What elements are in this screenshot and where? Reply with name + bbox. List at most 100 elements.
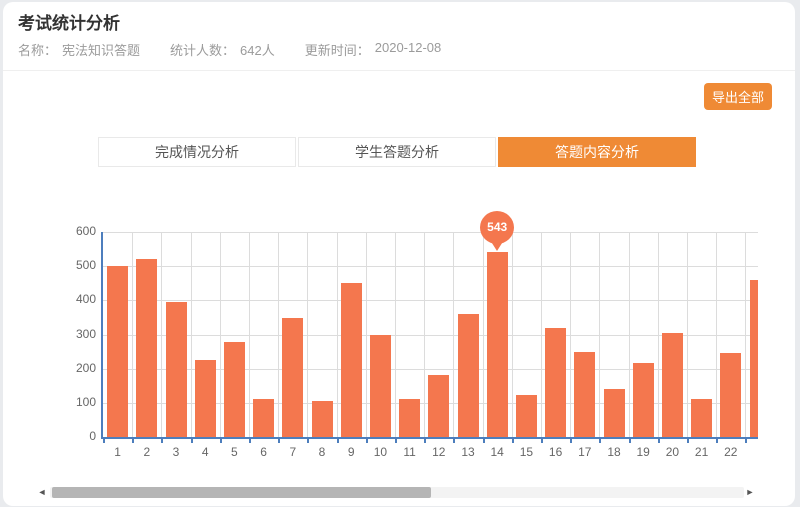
y-axis-label: 300: [56, 327, 96, 341]
y-axis-line: [101, 232, 103, 439]
x-axis-tick: [249, 439, 251, 443]
x-axis-label: 8: [308, 445, 336, 459]
x-axis-line: [101, 437, 758, 439]
scroll-right-icon[interactable]: ►: [745, 486, 755, 498]
x-axis-label: 5: [220, 445, 248, 459]
v-gridline: [249, 232, 250, 437]
v-gridline: [278, 232, 279, 437]
y-axis-label: 100: [56, 395, 96, 409]
v-gridline: [366, 232, 367, 437]
v-gridline: [395, 232, 396, 437]
x-axis-label: 17: [571, 445, 599, 459]
v-gridline: [512, 232, 513, 437]
x-axis-tick: [366, 439, 368, 443]
x-axis-label: 10: [366, 445, 394, 459]
x-axis-label: 20: [658, 445, 686, 459]
x-axis-tick: [103, 439, 105, 443]
x-axis-tick: [161, 439, 163, 443]
bar[interactable]: [341, 283, 362, 437]
x-axis-label: 4: [191, 445, 219, 459]
bar[interactable]: [487, 252, 508, 438]
bar[interactable]: [253, 399, 274, 437]
v-gridline: [687, 232, 688, 437]
v-gridline: [307, 232, 308, 437]
chart-scrollbar-thumb[interactable]: [52, 487, 431, 498]
x-axis-label: 22: [717, 445, 745, 459]
h-gridline: [103, 266, 758, 267]
x-axis-tick: [512, 439, 514, 443]
v-gridline: [132, 232, 133, 437]
h-gridline: [103, 300, 758, 301]
x-axis-tick: [687, 439, 689, 443]
x-axis-label: 21: [688, 445, 716, 459]
y-axis-label: 0: [56, 429, 96, 443]
scroll-left-icon[interactable]: ◄: [37, 486, 47, 498]
x-axis-tick: [220, 439, 222, 443]
x-axis-label: 15: [512, 445, 540, 459]
x-axis-tick: [337, 439, 339, 443]
x-axis-label: 7: [279, 445, 307, 459]
bar-partial[interactable]: [750, 280, 759, 437]
x-axis-label: 18: [600, 445, 628, 459]
x-axis-label: 12: [425, 445, 453, 459]
bar[interactable]: [195, 360, 216, 437]
v-gridline: [716, 232, 717, 437]
v-gridline: [570, 232, 571, 437]
bar[interactable]: [662, 333, 683, 437]
y-axis-label: 500: [56, 258, 96, 272]
v-gridline: [337, 232, 338, 437]
y-axis-label: 200: [56, 361, 96, 375]
v-gridline: [745, 232, 746, 437]
bar-chart: 0100200300400500600123456789101112131415…: [0, 0, 800, 507]
bar[interactable]: [604, 389, 625, 437]
x-axis-label: 14: [483, 445, 511, 459]
h-gridline: [103, 335, 758, 336]
bar[interactable]: [399, 399, 420, 437]
x-axis-tick: [307, 439, 309, 443]
bar[interactable]: [282, 318, 303, 437]
v-gridline: [161, 232, 162, 437]
bar[interactable]: [312, 401, 333, 437]
bar[interactable]: [428, 375, 449, 438]
v-gridline: [191, 232, 192, 437]
x-axis-tick: [483, 439, 485, 443]
bar[interactable]: [545, 328, 566, 437]
x-axis-tick: [278, 439, 280, 443]
v-gridline: [541, 232, 542, 437]
x-axis-tick: [629, 439, 631, 443]
x-axis-label: 11: [396, 445, 424, 459]
v-gridline: [453, 232, 454, 437]
y-axis-label: 400: [56, 292, 96, 306]
x-axis-label: 3: [162, 445, 190, 459]
v-gridline: [629, 232, 630, 437]
bar[interactable]: [166, 302, 187, 437]
bar[interactable]: [720, 353, 741, 437]
bar[interactable]: [136, 259, 157, 437]
x-axis-tick: [132, 439, 134, 443]
v-gridline: [424, 232, 425, 437]
x-axis-label: 1: [104, 445, 132, 459]
bar[interactable]: [370, 335, 391, 438]
bar[interactable]: [107, 266, 128, 437]
bar-value-tooltip: 543: [480, 211, 514, 244]
x-axis-tick: [599, 439, 601, 443]
x-axis-tick: [658, 439, 660, 443]
x-axis-tick: [191, 439, 193, 443]
x-axis-label: 19: [629, 445, 657, 459]
x-axis-label: 2: [133, 445, 161, 459]
x-axis-tick: [453, 439, 455, 443]
v-gridline: [658, 232, 659, 437]
x-axis-label: 16: [542, 445, 570, 459]
x-axis-tick: [570, 439, 572, 443]
bar[interactable]: [691, 399, 712, 437]
bar[interactable]: [458, 314, 479, 437]
y-axis-label: 600: [56, 224, 96, 238]
x-axis-label: 13: [454, 445, 482, 459]
x-axis-label: 9: [337, 445, 365, 459]
x-axis-tick: [745, 439, 747, 443]
bar[interactable]: [574, 352, 595, 437]
bar[interactable]: [224, 342, 245, 437]
x-axis-label: 6: [250, 445, 278, 459]
bar[interactable]: [516, 395, 537, 437]
bar[interactable]: [633, 363, 654, 438]
